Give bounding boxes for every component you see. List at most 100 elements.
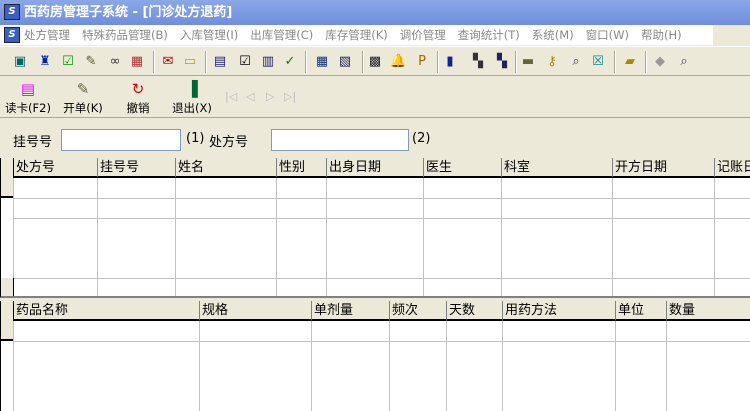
grid-icon[interactable]: ▩ (367, 54, 383, 70)
column-header[interactable]: 医生 (424, 158, 502, 178)
toolbar-separator (515, 51, 517, 73)
grid-line (199, 321, 200, 411)
menu-inventory[interactable]: 库存管理(K) (325, 27, 388, 43)
prev-record-icon[interactable]: ◁ (246, 90, 254, 103)
magnifier-icon[interactable]: ⌕ (568, 54, 584, 70)
prescription-input[interactable] (271, 129, 409, 151)
column-header[interactable]: 单位 (616, 301, 667, 321)
document-icon[interactable]: S (4, 27, 20, 43)
menu-special-drugs[interactable]: 特殊药品管理(B) (82, 27, 168, 43)
zoom-icon[interactable]: ⌕ (676, 54, 692, 70)
column-header[interactable]: 记账日 (715, 158, 750, 178)
registration-hint: (1) (186, 131, 205, 146)
column-header[interactable]: 科室 (502, 158, 613, 178)
checkbox-icon[interactable]: ☑ (237, 54, 253, 70)
prescription-icon[interactable]: ✉ (160, 54, 176, 70)
toolbar-separator (205, 51, 207, 73)
toolbar-separator (437, 51, 439, 73)
card-icon[interactable]: ▭ (182, 54, 198, 70)
bell-icon[interactable]: 🔔 (390, 54, 406, 70)
folder-open-icon[interactable]: ▰ (622, 54, 638, 70)
undo-button[interactable]: ↻ 撤销 (120, 80, 156, 116)
menu-system[interactable]: 系统(M) (532, 27, 574, 43)
column-header[interactable]: 姓名 (176, 158, 277, 178)
grid-line (311, 321, 312, 411)
app-icon: S (4, 4, 20, 20)
document-icon: ✎ (76, 80, 90, 98)
grid-line (14, 341, 750, 342)
read-card-button[interactable]: ▤ 读卡(F2) (4, 80, 52, 116)
grid-line (14, 198, 750, 199)
prescription-grid[interactable]: 处方号挂号号姓名性别出身日期医生科室开方日期记账日 (0, 158, 750, 298)
exit-door-icon: ▐ (186, 80, 198, 98)
folder-hand-icon[interactable]: ▬ (520, 54, 536, 70)
open-order-button[interactable]: ✎ 开单(K) (60, 80, 106, 116)
chart-icon[interactable]: ▦ (129, 54, 145, 70)
column-header[interactable]: 出身日期 (327, 158, 424, 178)
toolbar-separator (153, 51, 155, 73)
jar-icon[interactable]: ▮ (442, 54, 458, 70)
bottle-icon[interactable]: ♜ (37, 54, 53, 70)
next-record-icon[interactable]: ▷ (266, 90, 274, 103)
menu-bar: S 处方管理 特殊药品管理(B) 入库管理(I) 出库管理(C) 库存管理(K)… (0, 25, 750, 45)
first-record-icon[interactable]: |◁ (225, 90, 237, 103)
column-header[interactable]: 挂号号 (98, 158, 176, 178)
column-header[interactable]: 规格 (200, 301, 312, 321)
column-header[interactable]: 天数 (447, 301, 503, 321)
row-indicator-header (1, 158, 14, 178)
menu-stock-in[interactable]: 入库管理(I) (180, 27, 238, 43)
last-record-icon[interactable]: ▷| (284, 90, 296, 103)
menu-query[interactable]: 查询统计(T) (458, 27, 520, 43)
column-header[interactable]: 频次 (390, 301, 447, 321)
row-indicator[interactable] (1, 278, 14, 296)
menu-help[interactable]: 帮助(H) (641, 27, 682, 43)
menu-prescription[interactable]: 处方管理 (24, 27, 70, 43)
close-box-icon[interactable]: ☒ (590, 54, 606, 70)
column-header[interactable]: 性别 (277, 158, 327, 178)
form-icon[interactable]: ▧ (337, 54, 353, 70)
toolbar-separator (305, 51, 307, 73)
row-indicator-header (1, 301, 14, 321)
exit-button[interactable]: ▐ 退出(X) (168, 80, 216, 116)
toolbar-separator (362, 51, 364, 73)
binoculars-icon[interactable]: ∞ (107, 54, 123, 70)
calendar-edit-icon[interactable]: ▦ (314, 54, 330, 70)
patient-icon[interactable]: ▣ (12, 54, 28, 70)
prescription-label: 处方号 (209, 135, 249, 150)
toolbar-separator (614, 51, 616, 73)
calendar-binoculars-icon[interactable]: ▚ (494, 54, 510, 70)
main-toolbar: ▣ ♜ ☑ ✎ ∞ ▦ ✉ ▭ ▤ ☑ ▥ ✓ ▦ ▧ ▩ 🔔 P ▮ ▚ ▚ ▬ ⚷ ⌕ ☒ ▰ ◆ ⌕ (0, 46, 750, 76)
grid-line (14, 278, 750, 279)
column-header[interactable]: 单剂量 (312, 301, 390, 321)
title-bar: S 西药房管理子系统 - [门诊处方退药] (0, 0, 750, 25)
toolbar-separator (645, 51, 647, 73)
menu-stock-out[interactable]: 出库管理(C) (250, 27, 313, 43)
document-check-icon[interactable]: ✓ (282, 54, 298, 70)
column-header[interactable]: 开方日期 (613, 158, 715, 178)
grid-line (389, 321, 390, 411)
grid-line (446, 321, 447, 411)
column-header[interactable]: 药品名称 (14, 301, 200, 321)
window-title: 西药房管理子系统 - [门诊处方退药] (24, 5, 233, 20)
column-header[interactable]: 处方号 (14, 158, 98, 178)
check-icon[interactable]: ☑ (60, 54, 76, 70)
clipboard-in-icon[interactable]: ▥ (260, 54, 276, 70)
search-binoculars-icon[interactable]: ▚ (470, 54, 486, 70)
clipboard-out-icon[interactable]: ▤ (212, 54, 228, 70)
menu-pricing[interactable]: 调价管理 (400, 27, 446, 43)
grid-line (666, 321, 667, 411)
action-toolbar: ▤ 读卡(F2) ✎ 开单(K) ↻ 撤销 ▐ 退出(X) |◁ ◁ ▷ ▷| (0, 78, 750, 118)
menu-window[interactable]: 窗口(W) (586, 27, 629, 43)
disk-icon[interactable]: ◆ (652, 54, 668, 70)
drug-detail-grid[interactable]: 药品名称 规格 单剂量 频次 天数 用药方法 单位 数量 (0, 301, 750, 411)
card-reader-icon: ▤ (20, 80, 36, 98)
key-icon[interactable]: ⚷ (544, 54, 560, 70)
column-header[interactable]: 数量 (667, 301, 750, 321)
grid-line (615, 321, 616, 411)
document-icon[interactable]: ✎ (83, 54, 99, 70)
registration-input[interactable] (61, 129, 181, 151)
registration-label: 挂号号 (13, 135, 53, 150)
grid-line (13, 321, 14, 411)
pv-icon[interactable]: P (414, 54, 430, 70)
column-header[interactable]: 用药方法 (503, 301, 616, 321)
